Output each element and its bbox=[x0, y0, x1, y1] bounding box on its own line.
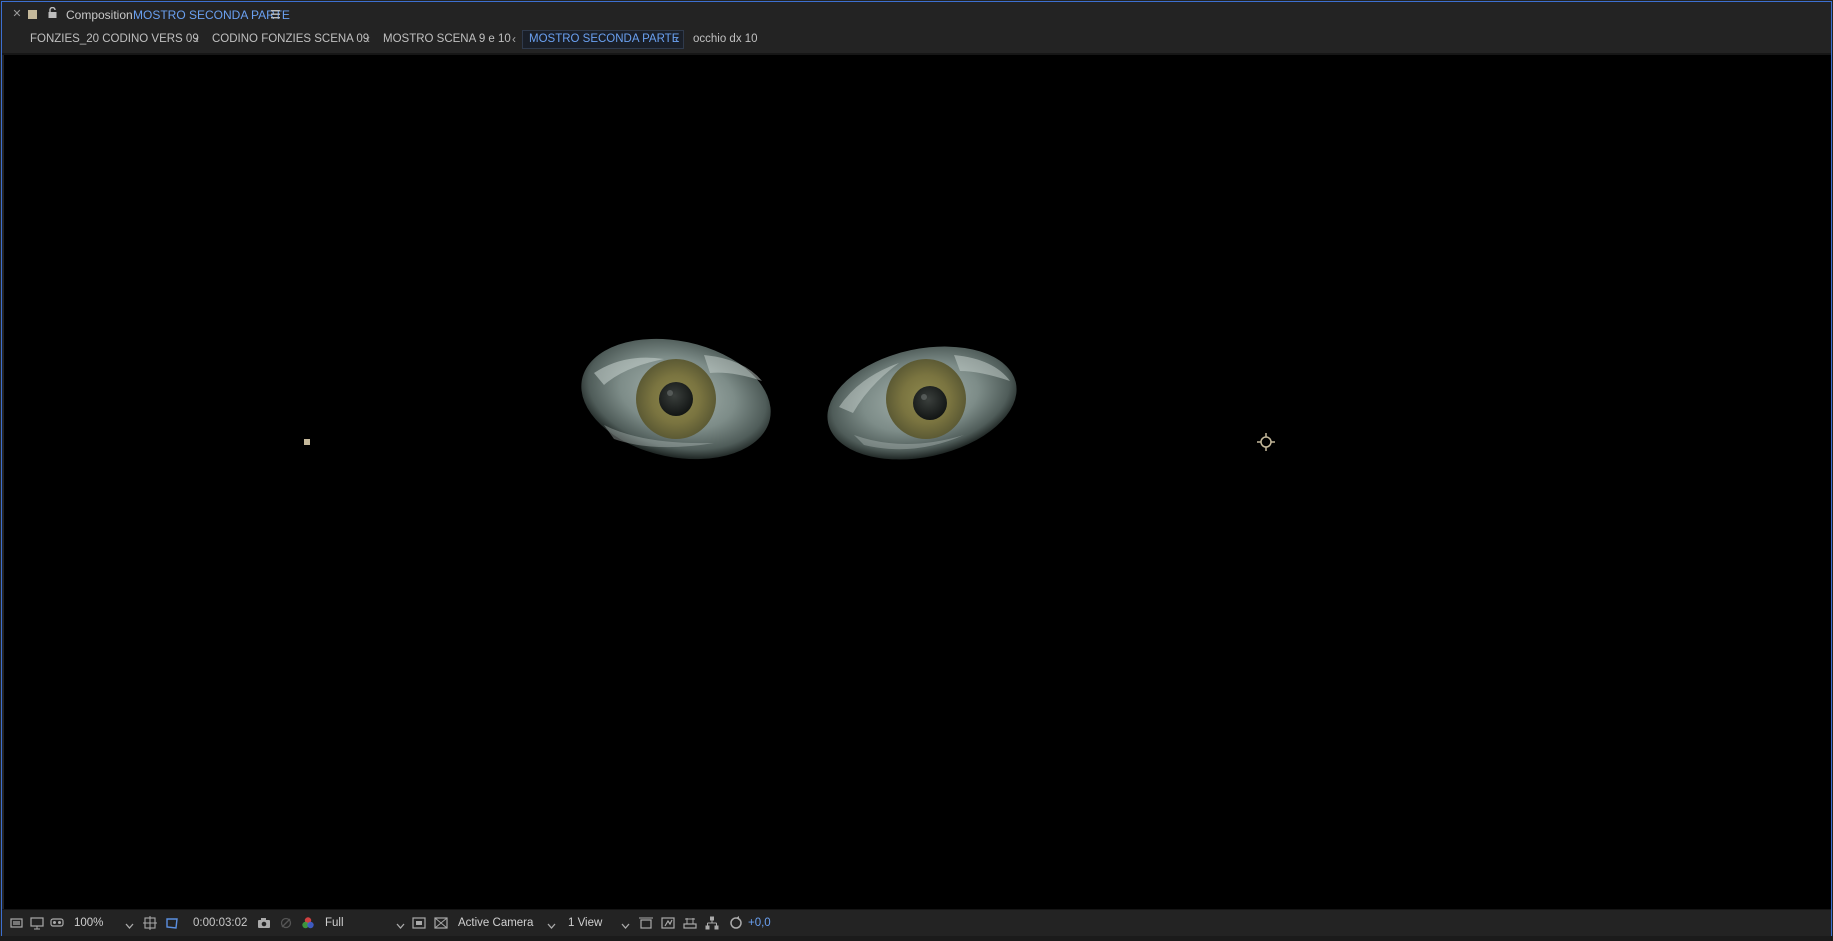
fast-previews-icon[interactable] bbox=[660, 915, 676, 931]
camera-view-value: Active Camera bbox=[458, 917, 534, 929]
close-icon[interactable]: ✕ bbox=[11, 8, 23, 20]
viewer-canvas bbox=[304, 338, 1275, 460]
mask-visibility-icon[interactable] bbox=[164, 915, 180, 931]
breadcrumb-item-mostro-seconda-parte[interactable]: MOSTRO SECONDA PARTE bbox=[529, 33, 679, 45]
show-snapshot-icon[interactable] bbox=[278, 915, 294, 931]
chevron-down-icon bbox=[621, 919, 630, 933]
color-channels-icon[interactable] bbox=[300, 915, 316, 931]
panel-title-prefix: Composition bbox=[66, 8, 133, 22]
timeline-icon[interactable] bbox=[682, 915, 698, 931]
composition-panel: ✕ Composition MOSTRO SECONDA PARTE FONZI… bbox=[1, 1, 1832, 939]
transparency-grid-icon[interactable] bbox=[433, 915, 449, 931]
grid-guides-icon[interactable] bbox=[142, 915, 158, 931]
region-of-interest-icon[interactable] bbox=[411, 915, 427, 931]
camera-view-dropdown[interactable]: Active Camera bbox=[458, 914, 558, 932]
vr-mask-icon[interactable] bbox=[49, 915, 65, 931]
chevron-down-icon bbox=[125, 919, 134, 933]
left-eye bbox=[581, 338, 771, 460]
lock-icon[interactable] bbox=[47, 6, 58, 19]
composition-breadcrumb: FONZIES_20 CODINO VERS 09 ‹ CODINO FONZI… bbox=[2, 29, 1831, 51]
resolution-dropdown[interactable]: Full bbox=[325, 914, 407, 932]
breadcrumb-item-mostro-scena[interactable]: MOSTRO SCENA 9 e 10 bbox=[383, 33, 511, 45]
breadcrumb-item-occhio-dx[interactable]: occhio dx 10 bbox=[693, 33, 758, 45]
chevron-down-icon bbox=[396, 919, 405, 933]
magnification-value: 100% bbox=[74, 917, 104, 929]
snapshot-camera-icon[interactable] bbox=[256, 915, 272, 931]
camera-target-icon[interactable] bbox=[1257, 433, 1275, 451]
chevron-down-icon bbox=[547, 919, 556, 933]
resolution-value: Full bbox=[325, 917, 344, 929]
label-color-swatch[interactable] bbox=[28, 10, 37, 19]
view-layout-value: 1 View bbox=[568, 917, 603, 929]
magnification-dropdown[interactable]: 100% bbox=[74, 914, 136, 932]
always-preview-icon[interactable] bbox=[9, 915, 25, 931]
panel-titlebar: ✕ Composition MOSTRO SECONDA PARTE bbox=[2, 2, 1831, 28]
composition-name[interactable]: MOSTRO SECONDA PARTE bbox=[133, 8, 290, 22]
breadcrumb-chevron-left-icon: ‹ bbox=[675, 32, 679, 46]
breadcrumb-chevron-left-icon: ‹ bbox=[366, 32, 370, 46]
toggle-pixel-aspect-icon[interactable] bbox=[638, 915, 654, 931]
breadcrumb-chevron-left-icon: ‹ bbox=[512, 32, 516, 46]
right-eye bbox=[827, 346, 1017, 460]
composition-viewer[interactable] bbox=[4, 55, 1831, 909]
hamburger-menu-icon[interactable] bbox=[270, 7, 282, 21]
breadcrumb-chevron-left-icon: ‹ bbox=[195, 32, 199, 46]
breadcrumb-item-codino-scena[interactable]: CODINO FONZIES SCENA 09 bbox=[212, 33, 369, 45]
viewer-toolbar: 100% 0:00:03:02 Full Active Camera 1 Vie… bbox=[2, 909, 1831, 936]
exposure-value[interactable]: +0,0 bbox=[748, 917, 771, 929]
view-layout-dropdown[interactable]: 1 View bbox=[568, 914, 632, 932]
layer-anchor-point[interactable] bbox=[304, 439, 310, 445]
flowchart-icon[interactable] bbox=[704, 915, 720, 931]
current-time[interactable]: 0:00:03:02 bbox=[193, 917, 247, 929]
bottom-frame bbox=[0, 936, 1833, 941]
monitor-icon[interactable] bbox=[29, 915, 45, 931]
breadcrumb-item-fonzies-codino[interactable]: FONZIES_20 CODINO VERS 09 bbox=[30, 33, 199, 45]
reset-exposure-icon[interactable] bbox=[728, 915, 744, 931]
